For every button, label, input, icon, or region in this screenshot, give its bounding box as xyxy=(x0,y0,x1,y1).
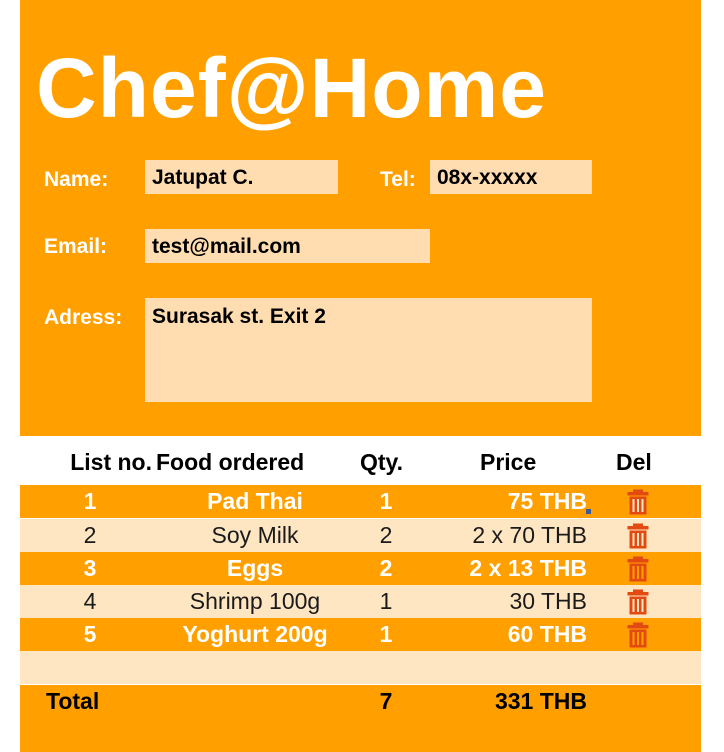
trash-icon xyxy=(627,622,648,647)
email-field[interactable]: test@mail.com xyxy=(145,229,430,263)
row-price: 2 x 13 THB xyxy=(469,555,587,581)
address-label: Adress: xyxy=(44,306,123,329)
name-label: Name: xyxy=(44,168,109,191)
email-label: Email: xyxy=(44,235,108,258)
row-qty[interactable]: 1 xyxy=(350,485,422,518)
row-price: 60 THB xyxy=(507,621,587,647)
header-list-no: List no. xyxy=(70,448,152,475)
row-food: Pad Thai xyxy=(207,488,303,514)
total-row: Total 7 331 THB xyxy=(20,685,701,718)
row-qty[interactable]: 1 xyxy=(350,585,422,618)
table-row: 4 Shrimp 100g 1 30 THB xyxy=(20,585,701,618)
delete-button[interactable] xyxy=(610,585,665,618)
delete-button[interactable] xyxy=(610,552,665,585)
address-field[interactable]: Surasak st. Exit 2 xyxy=(145,298,592,402)
row-qty[interactable]: 1 xyxy=(350,618,422,651)
row-qty[interactable]: 2 xyxy=(350,552,422,585)
tel-label: Tel: xyxy=(380,168,416,191)
header-del: Del xyxy=(616,448,652,475)
row-food: Shrimp 100g xyxy=(189,588,321,614)
row-price: 75 THB xyxy=(507,488,587,514)
row-food: Yoghurt 200g xyxy=(182,621,328,647)
total-qty: 7 xyxy=(379,688,393,714)
delete-button[interactable] xyxy=(610,485,665,518)
empty-row xyxy=(20,651,701,684)
trash-icon xyxy=(627,523,648,548)
row-qty[interactable]: 2 xyxy=(350,519,422,552)
trash-icon xyxy=(627,556,648,581)
tel-field[interactable]: 08x-xxxxx xyxy=(430,160,592,194)
app-title: Chef@Home xyxy=(36,41,547,135)
row-food: Soy Milk xyxy=(211,522,299,548)
table-row: 3 Eggs 2 2 x 13 THB xyxy=(20,552,701,585)
delete-button[interactable] xyxy=(610,519,665,552)
row-no: 4 xyxy=(83,588,97,614)
header-food: Food ordered xyxy=(156,448,305,475)
header-qty: Qty. xyxy=(360,448,404,475)
row-no: 2 xyxy=(83,522,97,548)
cell-fill-handle[interactable] xyxy=(586,509,591,514)
header-price: Price xyxy=(480,448,537,475)
row-no: 5 xyxy=(83,621,97,647)
table-row: 2 Soy Milk 2 2 x 70 THB xyxy=(20,519,701,552)
table-header: List no. Food ordered Qty. Price Del xyxy=(20,440,701,484)
row-price: 2 x 70 THB xyxy=(472,522,587,548)
row-no: 1 xyxy=(83,488,97,514)
name-field[interactable]: Jatupat C. xyxy=(145,160,338,194)
total-price: 331 THB xyxy=(494,688,587,714)
delete-button[interactable] xyxy=(610,618,665,651)
row-price: 30 THB xyxy=(509,588,587,614)
trash-icon xyxy=(627,489,648,514)
table-row: 1 Pad Thai 1 75 THB xyxy=(20,485,701,518)
row-food: Eggs xyxy=(226,555,284,581)
total-label: Total xyxy=(46,688,100,714)
table-row: 5 Yoghurt 200g 1 60 THB xyxy=(20,618,701,651)
row-no: 3 xyxy=(83,555,97,581)
trash-icon xyxy=(627,589,648,614)
